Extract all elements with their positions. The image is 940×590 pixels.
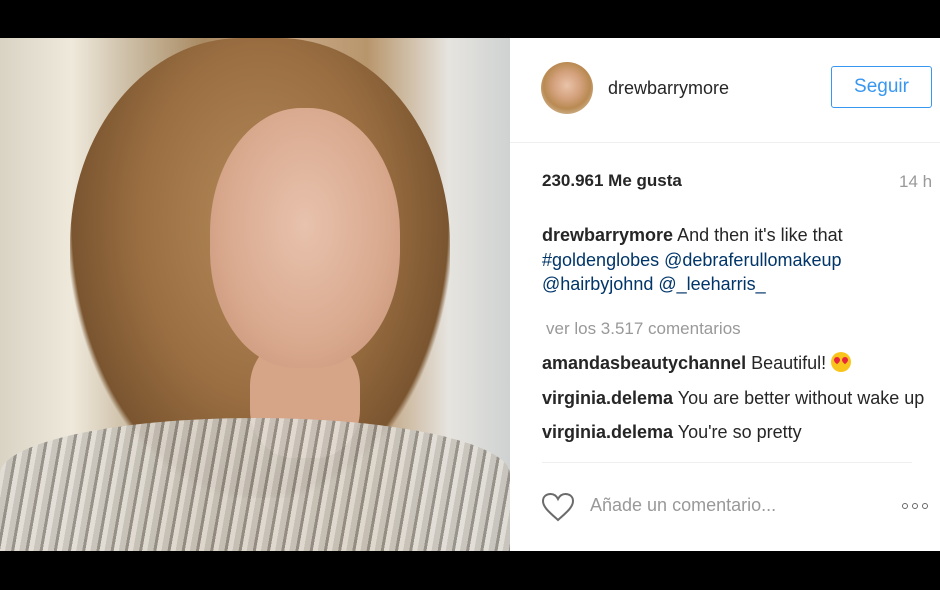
avatar[interactable] [541,62,593,114]
list-item: virginia.delema You're so pretty [542,420,930,445]
list-item: amandasbeautychannel Beautiful! [542,351,930,376]
mention-link[interactable]: @debraferullomakeup [664,250,841,270]
more-options-icon[interactable] [902,503,928,509]
photo-dress [0,418,510,551]
post-photo[interactable] [0,38,510,551]
comment-list: drewbarrymore And then it's like that #g… [542,223,930,455]
follow-button[interactable]: Seguir [831,66,932,108]
heart-icon[interactable] [541,492,575,522]
post-header: drewbarrymore Seguir [510,38,940,143]
dot [922,503,928,509]
comment-user[interactable]: amandasbeautychannel [542,353,746,373]
photo-face [210,108,400,368]
caption: drewbarrymore And then it's like that #g… [542,223,930,297]
comment-text: You are better without wake up [677,387,925,408]
dot [912,503,918,509]
list-item: virginia.delema You are better without w… [542,386,930,411]
divider [542,462,912,463]
mention-link[interactable]: @_leeharris_ [658,274,765,294]
likes-count[interactable]: 230.961 Me gusta [542,171,682,191]
comment-text: Beautiful! [751,353,827,373]
mention-link[interactable]: @hairbyjohnd [542,274,653,294]
add-comment-input[interactable]: Añade un comentario... [590,495,776,516]
post-time[interactable]: 14 h [899,172,932,192]
username[interactable]: drewbarrymore [608,78,729,99]
post-sidebar: drewbarrymore Seguir 230.961 Me gusta 14… [510,38,940,551]
comment-user[interactable]: virginia.delema [542,388,673,408]
comment-bar: Añade un comentario... [510,482,940,532]
view-all-comments-link[interactable]: ver los 3.517 comentarios [542,307,930,352]
comment-text: You're so pretty [677,422,802,442]
dot [902,503,908,509]
caption-text: And then it's like that [677,225,843,245]
heart-eyes-emoji-icon [831,352,852,372]
hashtag-link[interactable]: #goldenglobes [542,250,659,270]
caption-user[interactable]: drewbarrymore [542,225,673,245]
comment-user[interactable]: virginia.delema [542,422,673,442]
